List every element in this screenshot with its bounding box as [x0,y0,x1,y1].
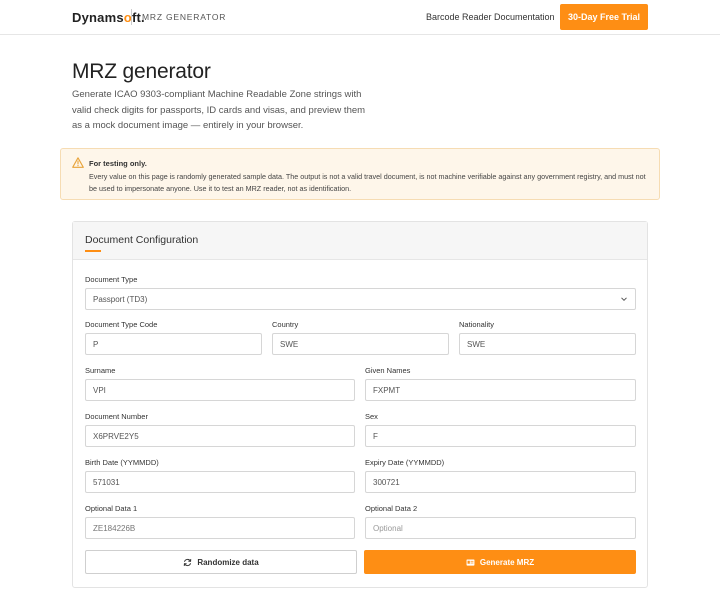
warning-title: For testing only. [89,159,147,168]
page-title: MRZ generator [72,60,211,83]
optional-data-2-input[interactable]: Optional [365,517,636,539]
warning-icon [72,157,84,168]
nav-link-documentation[interactable]: Documentation [494,12,555,22]
document-configuration-card: Document Configuration Document Type Pas… [72,221,648,588]
given-names-input[interactable]: FXPMT [365,379,636,401]
document-type-code-input[interactable]: P [85,333,262,355]
dynamsoft-logo[interactable]: Dynamsoft. [72,10,145,25]
document-number-label: Document Number [85,412,148,421]
nav-link-barcode-reader[interactable]: Barcode Reader [426,12,492,22]
page-description: Generate ICAO 9303-compliant Machine Rea… [72,89,366,131]
country-label: Country [272,320,299,329]
card-header: Document Configuration [73,222,647,260]
document-type-label: Document Type [85,275,138,284]
country-input[interactable]: SWE [272,333,449,355]
app-name: MRZ GENERATOR [142,12,227,22]
optional-data-2-label: Optional Data 2 [365,504,418,513]
randomize-data-button[interactable]: Randomize data [85,550,357,574]
logo-text-main: Dynams [72,10,124,25]
document-type-code-label: Document Type Code [85,320,158,329]
optional-data-1-input[interactable]: ZE184226B [85,517,355,539]
free-trial-button[interactable]: 30-Day Free Trial [560,4,648,30]
top-navigation-bar: Dynamsoft. MRZ GENERATOR Barcode Reader … [0,0,720,35]
optional-data-1-label: Optional Data 1 [85,504,138,513]
surname-label: Surname [85,366,116,375]
generate-mrz-button[interactable]: Generate MRZ [364,550,636,574]
sex-input[interactable]: F [365,425,636,447]
chevron-down-icon [621,297,627,302]
expiry-date-label: Expiry Date (YYMMDD) [365,458,445,467]
birth-date-input[interactable]: 571031 [85,471,355,493]
generate-mrz-label: Generate MRZ [479,557,535,567]
logo-divider [131,9,132,25]
card-title: Document Configuration [85,234,199,246]
card-title-underline [85,250,101,252]
nationality-label: Nationality [459,320,495,329]
sex-label: Sex [365,412,378,421]
id-card-icon [466,558,475,566]
expiry-date-input[interactable]: 300721 [365,471,636,493]
document-type-select[interactable]: Passport (TD3) [85,288,636,310]
given-names-label: Given Names [365,366,411,375]
surname-input[interactable]: VPI [85,379,355,401]
nationality-input[interactable]: SWE [459,333,636,355]
document-number-input[interactable]: X6PRVE2Y5 [85,425,355,447]
testing-warning-banner: For testing only. Every value on this pa… [60,148,660,200]
document-type-value: Passport (TD3) [93,294,148,304]
randomize-data-label: Randomize data [197,557,259,567]
warning-body: Every value on this page is randomly gen… [89,172,646,193]
refresh-icon [184,558,192,566]
birth-date-label: Birth Date (YYMMDD) [85,458,159,467]
